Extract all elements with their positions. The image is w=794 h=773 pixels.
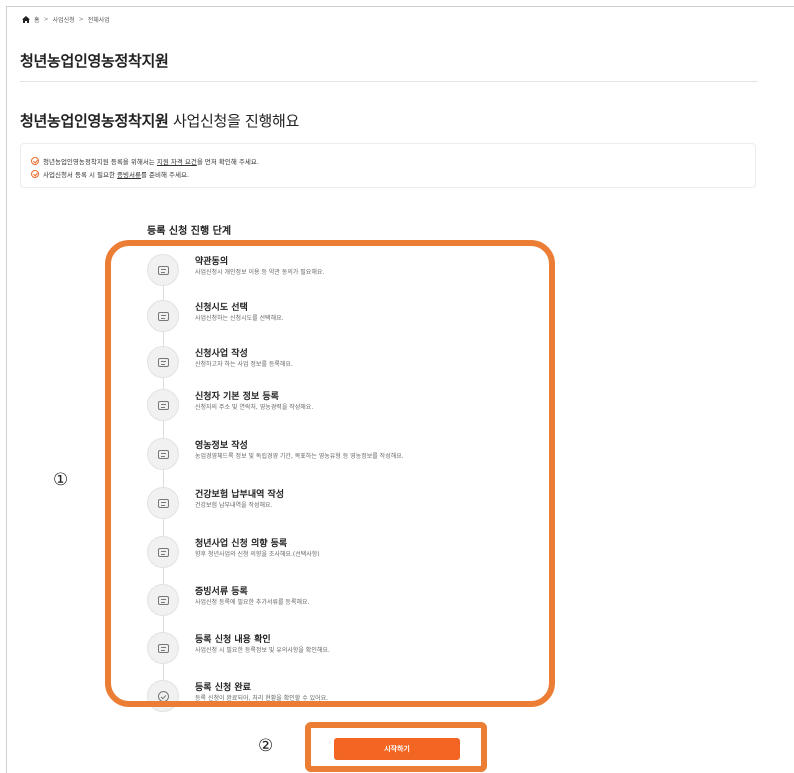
breadcrumb-separator: > <box>78 16 84 23</box>
breadcrumb-apply[interactable]: 사업신청 <box>53 15 75 24</box>
documents-link[interactable]: 증빙서류 <box>117 171 141 179</box>
page-title: 청년농업인영농정착지원 <box>20 52 169 70</box>
section-heading-program: 청년농업인영농정착지원 <box>20 112 169 130</box>
breadcrumb-separator: > <box>43 16 49 23</box>
breadcrumb-home[interactable]: 홈 <box>34 15 40 24</box>
notice-text: 를 준비해 주세요. <box>140 170 190 179</box>
annotation-marker-2: ② <box>258 736 274 756</box>
home-icon[interactable] <box>22 16 30 23</box>
section-heading: 청년농업인영농정착지원 사업신청을 진행해요 <box>20 110 299 131</box>
breadcrumb: 홈 > 사업신청 > 전체사업 <box>22 15 110 24</box>
steps-highlight-frame <box>105 240 555 707</box>
notice-documents: 사업신청서 등록 시 필요한 증빙서류를 준비해 주세요. <box>31 167 755 180</box>
check-circle-icon <box>31 169 39 178</box>
steps-heading: 등록 신청 진행 단계 <box>147 226 232 237</box>
title-divider <box>20 81 758 82</box>
notice-text: 을 먼저 확인해 주세요. <box>196 157 259 166</box>
breadcrumb-all-projects[interactable]: 전체사업 <box>88 15 110 24</box>
notice-box: 청년농업인영농정착지원 등록을 위해서는 지원 자격 요건을 먼저 확인해 주세… <box>20 143 756 188</box>
start-button[interactable]: 시작하기 <box>334 738 460 760</box>
eligibility-link[interactable]: 지원 자격 요건 <box>157 158 197 166</box>
section-heading-text: 사업신청을 진행해요 <box>168 112 299 130</box>
notice-text: 사업신청서 등록 시 필요한 <box>43 170 118 179</box>
annotation-marker-1: ① <box>53 470 69 490</box>
notice-text: 청년농업인영농정착지원 등록을 위해서는 <box>43 157 157 166</box>
notice-eligibility: 청년농업인영농정착지원 등록을 위해서는 지원 자격 요건을 먼저 확인해 주세… <box>31 154 755 167</box>
check-circle-icon <box>31 156 39 165</box>
